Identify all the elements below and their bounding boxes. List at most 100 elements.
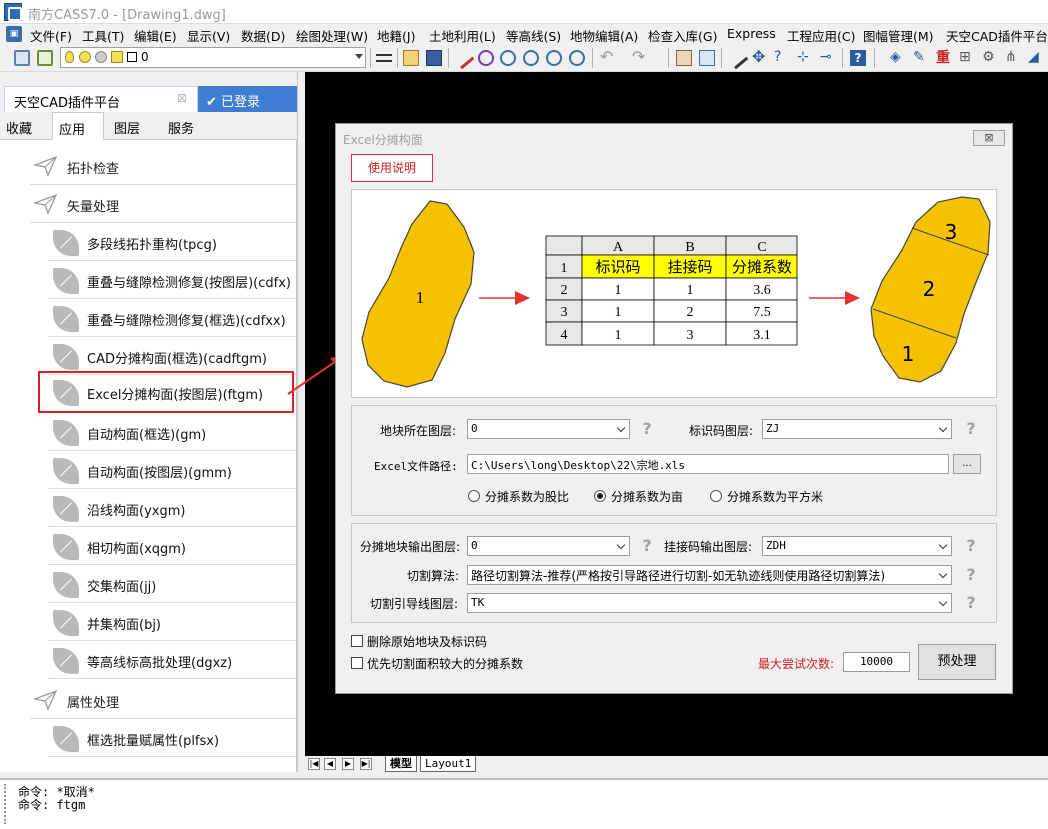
save-icon[interactable]	[426, 50, 442, 66]
menu-feature-edit[interactable]: 地物编辑(A)	[570, 26, 638, 45]
panel-close-icon[interactable]: ⊠	[177, 91, 187, 105]
browse-button[interactable]: ...	[953, 454, 981, 474]
prev-tab-icon[interactable]: ◀	[324, 758, 336, 770]
tool-item-jj[interactable]: 交集构面(jj)	[48, 565, 296, 603]
tree-icon[interactable]: ⋔	[1005, 50, 1021, 66]
tab-layout1[interactable]: Layout1	[420, 756, 477, 772]
tab-model[interactable]: 模型	[385, 756, 417, 772]
tool-item-cdfx[interactable]: 重叠与缝隙检测修复(按图层)(cdfx)	[48, 261, 296, 299]
tag-icon[interactable]: ◈	[890, 50, 906, 66]
zoom-in-icon[interactable]	[500, 50, 516, 66]
zoom-window-icon[interactable]	[546, 50, 562, 66]
menu-express[interactable]: Express	[727, 26, 776, 41]
tool-item-cdfxx[interactable]: 重叠与缝隙检测修复(框选)(cdfxx)	[48, 299, 296, 337]
query-icon[interactable]: ?	[774, 50, 790, 66]
menu-file[interactable]: 文件(F)	[30, 26, 72, 45]
tool-item-cadftgm[interactable]: CAD分摊构面(框选)(cadftgm)	[48, 337, 296, 375]
zoom-out-icon[interactable]	[523, 50, 539, 66]
guide-layer-select[interactable]: TK	[467, 593, 952, 613]
first-tab-icon[interactable]: |◀	[308, 758, 320, 770]
panel-splitter[interactable]	[297, 72, 305, 772]
menu-cadastre[interactable]: 地籍(J)	[377, 26, 415, 45]
edit-attr-icon[interactable]: ✎	[913, 50, 929, 66]
command-grip[interactable]	[4, 784, 10, 824]
tool-item-tpcg[interactable]: 多段线拓扑重构(tpcg)	[48, 223, 296, 261]
help-icon[interactable]: ?	[850, 50, 866, 66]
menu-draw[interactable]: 绘图处理(W)	[296, 26, 368, 45]
chart-icon[interactable]: ◢	[1028, 50, 1044, 66]
menu-contour[interactable]: 等高线(S)	[506, 26, 561, 45]
layers-icon[interactable]	[14, 50, 30, 66]
tool-item-xqgm[interactable]: 相切构面(xqgm)	[48, 527, 296, 565]
command-line[interactable]: 命令: *取消* 命令: ftgm	[0, 778, 1048, 829]
grid-icon[interactable]: ⊞	[959, 50, 975, 66]
help-icon[interactable]: ?	[640, 419, 654, 439]
menu-plugin[interactable]: 天空CAD插件平台1	[946, 26, 1048, 45]
excel-path-input[interactable]: C:\Users\long\Desktop\22\宗地.xls	[467, 454, 949, 474]
help-icon[interactable]: ?	[964, 536, 978, 556]
menu-engineering[interactable]: 工程应用(C)	[787, 26, 855, 45]
tool-item-dgxz[interactable]: 等高线标高批处理(dgxz)	[48, 641, 296, 679]
help-icon[interactable]: ?	[964, 593, 978, 613]
group-attribute-processing[interactable]: 属性处理	[30, 681, 296, 719]
group-vector-processing[interactable]: 矢量处理	[30, 185, 296, 223]
dialog-close-button[interactable]: ⊠	[973, 130, 1005, 146]
tab-layers[interactable]: 图层	[108, 112, 146, 140]
measure-icon[interactable]	[725, 46, 749, 70]
algorithm-select[interactable]: 路径切割算法-推荐(严格按引导路径进行切割-如无轨迹线则使用路径切割算法)	[467, 565, 952, 585]
group-topology-check[interactable]: 拓扑检查	[30, 147, 296, 185]
last-tab-icon[interactable]: ▶|	[360, 758, 372, 770]
id-layer-select[interactable]: ZJ	[762, 419, 952, 439]
help-icon[interactable]: ?	[964, 419, 978, 439]
panel-tab[interactable]: 天空CAD插件平台 ⊠	[4, 86, 198, 112]
settings-icon[interactable]: ⚙	[982, 50, 998, 66]
parcel-layer-select[interactable]: 0	[467, 419, 630, 439]
properties-icon[interactable]	[676, 50, 692, 66]
radio-share-ratio[interactable]	[468, 490, 480, 502]
tab-services[interactable]: 服务	[162, 112, 200, 140]
priority-large-checkbox[interactable]	[351, 657, 363, 669]
system-menu-icon[interactable]: ▣	[6, 26, 22, 42]
help-icon[interactable]: ?	[964, 565, 978, 585]
output-layer-select[interactable]: 0	[467, 536, 630, 556]
radio-square-meter[interactable]	[710, 490, 722, 502]
tool-item-ftgm[interactable]: Excel分摊构面(按图层)(ftgm)	[38, 371, 294, 413]
tool-item-yxgm[interactable]: 沿线构面(yxgm)	[48, 489, 296, 527]
linetype-icon[interactable]	[376, 54, 392, 62]
delete-original-checkbox[interactable]	[351, 635, 363, 647]
pen-icon[interactable]	[451, 46, 475, 70]
tool-item-gmm[interactable]: 自动构面(按图层)(gmm)	[48, 451, 296, 489]
angle-icon[interactable]: ⊸	[820, 50, 836, 66]
help-icon[interactable]: ?	[640, 536, 654, 556]
redo-icon[interactable]: ↷	[632, 49, 648, 66]
menu-check[interactable]: 检查入库(G)	[648, 26, 717, 45]
menu-tools[interactable]: 工具(T)	[82, 26, 124, 45]
tool-item-gm[interactable]: 自动构面(框选)(gm)	[48, 413, 296, 451]
tab-favorites[interactable]: 收藏	[0, 112, 38, 140]
redo-text-icon[interactable]: 重	[936, 50, 952, 66]
max-try-input[interactable]: 10000	[843, 652, 910, 672]
menu-view[interactable]: 显示(V)	[187, 26, 230, 45]
layer-combo[interactable]: 0	[60, 47, 366, 68]
menu-sheet[interactable]: 图幅管理(M)	[863, 26, 934, 45]
next-tab-icon[interactable]: ▶	[342, 758, 354, 770]
pan-icon[interactable]: ✥	[752, 49, 768, 66]
undo-icon[interactable]: ↶	[600, 49, 616, 66]
open-icon[interactable]	[403, 50, 419, 66]
menu-data[interactable]: 数据(D)	[241, 26, 285, 45]
tab-apps[interactable]: 应用	[52, 112, 104, 140]
preprocess-button[interactable]: 预处理	[918, 644, 996, 680]
menu-edit[interactable]: 编辑(E)	[134, 26, 177, 45]
login-status[interactable]: ✔ 已登录	[198, 86, 297, 112]
zoom-extents-icon[interactable]	[569, 50, 585, 66]
tool-item-bj[interactable]: 并集构面(bj)	[48, 603, 296, 641]
menu-landuse[interactable]: 土地利用(L)	[429, 26, 496, 45]
erase-icon[interactable]	[478, 50, 494, 66]
calculator-icon[interactable]	[699, 50, 715, 66]
help-button[interactable]: 使用说明	[351, 154, 433, 182]
tool-item-plfsx[interactable]: 框选批量赋属性(plfsx)	[48, 719, 296, 757]
distance-icon[interactable]: ⊹	[797, 50, 813, 66]
radio-mu[interactable]	[594, 490, 606, 502]
layer-states-icon[interactable]	[37, 50, 53, 66]
link-layer-select[interactable]: ZDH	[762, 536, 952, 556]
